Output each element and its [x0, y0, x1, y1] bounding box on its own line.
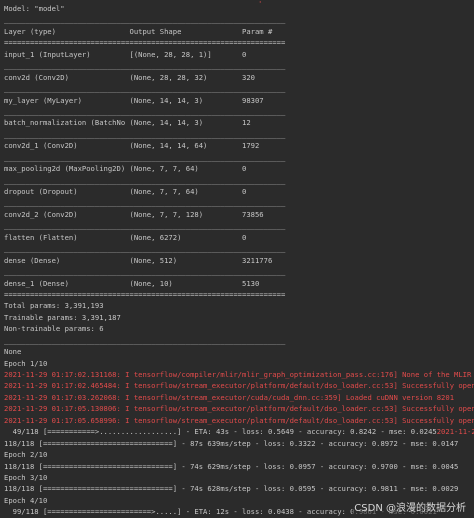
console-line: Trainable params: 3,391,187: [4, 312, 474, 323]
console-line: ________________________________________…: [4, 266, 474, 277]
console-line-text: ========================================…: [4, 38, 286, 48]
console-line: 2021-11-29 01:17:05.130806: I tensorflow…: [4, 403, 474, 414]
console-line: ________________________________________…: [4, 335, 474, 346]
console-line-text: ________________________________________…: [4, 129, 286, 139]
console-line-text: dropout (Dropout) (None, 7, 7, 64) 0: [4, 187, 247, 196]
console-line-tail: 2021-11-29 01:1: [436, 427, 474, 437]
console-line: max_pooling2d (MaxPooling2D) (None, 7, 7…: [4, 163, 474, 174]
console-line: Total params: 3,391,193: [4, 300, 474, 311]
console-line-text: conv2d_1 (Conv2D) (None, 14, 14, 64) 179…: [4, 141, 260, 151]
console-line-text: dense (Dense) (None, 512) 3211776: [4, 255, 273, 265]
console-line-text: 2021-11-29 01:17:02.465484: I tensorflow…: [4, 381, 474, 391]
console-line-text: batch_normalization (BatchNo (None, 14, …: [4, 118, 251, 128]
watermark: CSDN @浪漫的数据分析: [352, 502, 468, 514]
console-line: input_1 (InputLayer) [(None, 28, 28, 1)]…: [4, 49, 474, 60]
console-line-text: ________________________________________…: [4, 198, 286, 208]
console-line: Epoch 1/10: [4, 358, 474, 369]
console-line-text: ________________________________________…: [4, 152, 286, 162]
console-line-text: Epoch 4/10: [4, 495, 48, 505]
console-line-text: ________________________________________…: [4, 15, 286, 25]
console-line: ________________________________________…: [4, 83, 474, 94]
console-line-text: ________________________________________…: [4, 61, 286, 71]
console-line-text: ________________________________________…: [4, 175, 286, 185]
console-line: Epoch 3/10: [4, 472, 474, 483]
console-line: 118/118 [==============================]…: [4, 483, 474, 494]
console-line: ________________________________________…: [4, 243, 474, 254]
console-line-text: 49/118 [===========>..................] …: [4, 427, 437, 437]
console-line-text: conv2d (Conv2D) (None, 28, 28, 32) 320: [4, 72, 255, 82]
console-line: Model: "model": [4, 3, 474, 14]
console-line: ________________________________________…: [4, 106, 474, 117]
console-line-text: Total params: 3,391,193: [4, 301, 104, 311]
console-line: ________________________________________…: [4, 175, 474, 186]
console-line: None: [4, 346, 474, 357]
console-line: my_layer (MyLayer) (None, 14, 14, 3) 983…: [4, 95, 474, 106]
console-line: conv2d_1 (Conv2D) (None, 14, 14, 64) 179…: [4, 140, 474, 151]
console-line: Epoch 2/10: [4, 449, 474, 460]
console-line-text: ________________________________________…: [4, 244, 286, 254]
console-output: Model: "model" __________________________…: [4, 3, 474, 518]
console-line-text: Model: "model": [4, 4, 65, 13]
console-line-text: 2021-11-29 01:17:02.131168: I tensorflow…: [4, 370, 474, 379]
console-line-text: 2021-11-29 01:17:05.130806: I tensorflow…: [4, 404, 474, 414]
console-line: 2021-11-29 01:17:05.658996: I tensorflow…: [4, 415, 474, 426]
console-line: ========================================…: [4, 37, 474, 48]
console-line: ________________________________________…: [4, 220, 474, 231]
console-line: dense_1 (Dense) (None, 10) 5130: [4, 278, 474, 289]
console-line: ________________________________________…: [4, 14, 474, 25]
console-line-text: None: [4, 347, 22, 357]
console-line-text: 2021-11-29 01:17:05.658996: I tensorflow…: [4, 415, 474, 425]
console-line: ________________________________________…: [4, 197, 474, 208]
console-line-text: Epoch 3/10: [4, 472, 48, 482]
console-line: Non-trainable params: 6: [4, 323, 474, 334]
console-line-text: Layer (type) Output Shape Param #: [4, 26, 273, 36]
console-line: 2021-11-29 01:17:02.465484: I tensorflow…: [4, 380, 474, 391]
console-line-text: ========================================…: [4, 289, 286, 299]
console-line-text: ________________________________________…: [4, 221, 286, 231]
console-line: ========================================…: [4, 289, 474, 300]
console-line: ________________________________________…: [4, 60, 474, 71]
console-line-text: input_1 (InputLayer) [(None, 28, 28, 1)]…: [4, 49, 247, 59]
console-line-text: Epoch 2/10: [4, 450, 48, 460]
console-line: batch_normalization (BatchNo (None, 14, …: [4, 117, 474, 128]
console-line-text: 118/118 [==============================]…: [4, 484, 459, 494]
console-line-text: dense_1 (Dense) (None, 10) 5130: [4, 278, 260, 288]
console-line-text: ________________________________________…: [4, 267, 286, 277]
console-line: 118/118 [==============================]…: [4, 438, 474, 449]
console-line-text: Non-trainable params: 6: [4, 324, 104, 334]
console-line-text: 118/118 [==============================]…: [4, 438, 459, 448]
console-line: 2021-11-29 01:17:03.262068: I tensorflow…: [4, 392, 474, 403]
console-line: conv2d (Conv2D) (None, 28, 28, 32) 320: [4, 72, 474, 83]
console-line: 118/118 [==============================]…: [4, 461, 474, 472]
console-line-text: conv2d_2 (Conv2D) (None, 7, 7, 128) 7385…: [4, 209, 264, 219]
console-line-text: flatten (Flatten) (None, 6272) 0: [4, 232, 247, 242]
console-line-text: 2021-11-29 01:17:03.262068: I tensorflow…: [4, 392, 455, 402]
console-line-text: ________________________________________…: [4, 106, 286, 116]
console-line-text: max_pooling2d (MaxPooling2D) (None, 7, 7…: [4, 164, 247, 174]
console-line-text: 118/118 [==============================]…: [4, 461, 459, 471]
console-line: ________________________________________…: [4, 129, 474, 140]
console-line-text: Epoch 1/10: [4, 358, 48, 368]
console-line: ________________________________________…: [4, 152, 474, 163]
console-line-text: ________________________________________…: [4, 84, 286, 94]
console-line: dense (Dense) (None, 512) 3211776: [4, 255, 474, 266]
console-line-text: ________________________________________…: [4, 335, 286, 345]
console-line-text: my_layer (MyLayer) (None, 14, 14, 3) 983…: [4, 95, 264, 105]
console-line: flatten (Flatten) (None, 6272) 0: [4, 232, 474, 243]
screen: { "console": { "lines": [ {"text": "Mode…: [0, 0, 474, 518]
console-line-text: Trainable params: 3,391,187: [4, 312, 121, 322]
console-line: Layer (type) Output Shape Param #: [4, 26, 474, 37]
console-line: dropout (Dropout) (None, 7, 7, 64) 0: [4, 186, 474, 197]
console-line: 49/118 [===========>..................] …: [4, 426, 474, 437]
console-line: 2021-11-29 01:17:02.131168: I tensorflow…: [4, 369, 474, 380]
console-line: conv2d_2 (Conv2D) (None, 7, 7, 128) 7385…: [4, 209, 474, 220]
